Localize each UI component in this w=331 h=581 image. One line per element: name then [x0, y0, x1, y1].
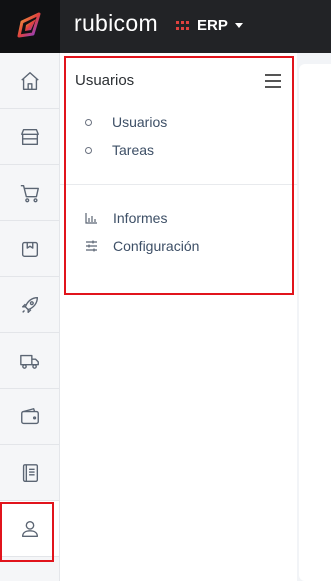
bullet-icon — [85, 118, 92, 126]
app-logo[interactable] — [0, 0, 60, 53]
book-icon — [22, 463, 38, 482]
submenu-panel: Usuarios Usuarios Tareas Informes Config… — [60, 53, 297, 581]
home-icon — [20, 71, 39, 90]
rail-item-wallet[interactable] — [0, 389, 59, 445]
hamburger-icon[interactable] — [265, 74, 281, 88]
submenu-item-informes[interactable]: Informes — [85, 210, 167, 226]
sliders-icon — [86, 240, 97, 252]
wallet-icon — [20, 407, 39, 424]
user-icon — [21, 520, 38, 537]
store-icon — [20, 128, 39, 145]
rail-item-store[interactable] — [0, 109, 59, 165]
caret-down-icon — [234, 23, 243, 28]
submenu-item-label: Usuarios — [112, 114, 168, 130]
box-icon — [21, 241, 38, 257]
top-bar: rubicom ERP — [0, 0, 331, 53]
truck-icon — [19, 354, 39, 369]
rail-item-rocket[interactable] — [0, 277, 59, 333]
nav-rail — [0, 53, 60, 581]
module-switcher[interactable]: ERP — [176, 17, 243, 34]
apps-grid-icon — [176, 21, 189, 30]
rail-item-truck[interactable] — [0, 333, 59, 389]
submenu-title: Usuarios — [75, 72, 135, 89]
bar-chart-icon — [85, 213, 97, 224]
rail-item-user[interactable] — [0, 501, 59, 557]
tool-item-label: Informes — [113, 210, 168, 226]
bullet-icon — [85, 146, 92, 154]
submenu-item-usuarios[interactable]: Usuarios — [85, 114, 167, 130]
rail-item-home[interactable] — [0, 53, 59, 109]
submenu-item-configuracion[interactable]: Configuración — [85, 238, 199, 254]
module-label: ERP — [197, 17, 228, 34]
logo-icon — [17, 12, 41, 38]
rail-item-box[interactable] — [0, 221, 59, 277]
divider — [60, 184, 297, 185]
submenu-item-label: Tareas — [112, 142, 155, 158]
tool-item-label: Configuración — [113, 238, 200, 254]
rail-item-book[interactable] — [0, 445, 59, 501]
rocket-icon — [21, 296, 38, 313]
rail-item-cart[interactable] — [0, 165, 59, 221]
submenu-item-tareas[interactable]: Tareas — [85, 142, 154, 158]
cart-icon — [20, 184, 39, 202]
main-content-card — [299, 64, 331, 581]
brand-name: rubicom — [74, 10, 158, 36]
